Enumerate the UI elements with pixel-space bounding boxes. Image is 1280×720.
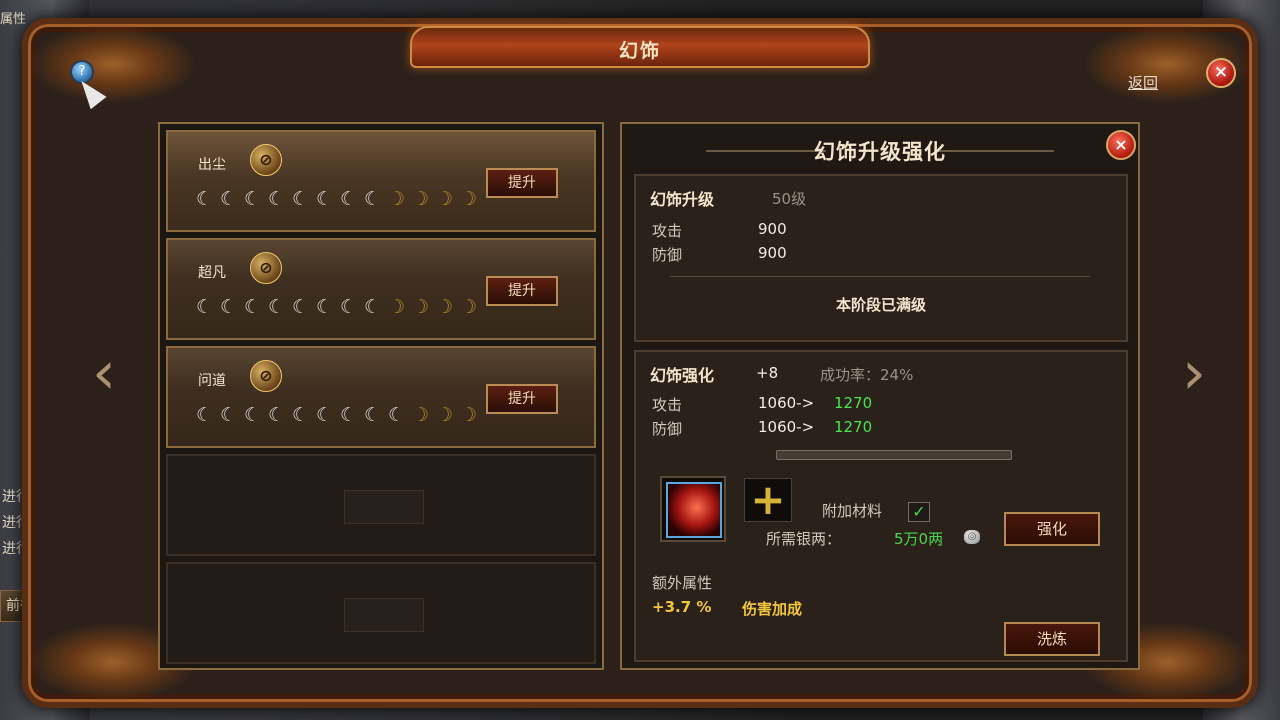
moon-icon: ☾ <box>267 188 286 210</box>
upgrade-button[interactable]: 提升 <box>486 168 558 198</box>
defense-label: 防御 <box>652 420 683 438</box>
defense-label: 防御 <box>652 246 683 264</box>
next-arrow-icon[interactable]: › <box>1170 340 1218 410</box>
attack-to: 1270 <box>834 394 873 412</box>
moon-icon: ☾ <box>291 296 310 318</box>
attack-label: 攻击 <box>652 396 683 414</box>
bonus-name: 伤害加成 <box>742 600 803 618</box>
upgrade-button[interactable]: 提升 <box>486 384 558 414</box>
moon-empty-icon: ☽ <box>435 188 454 210</box>
window-title: 幻饰 <box>618 40 661 62</box>
moon-empty-icon: ☽ <box>459 296 478 318</box>
moon-icon: ☾ <box>387 404 406 426</box>
close-icon[interactable]: × <box>1206 58 1236 88</box>
list-item[interactable]: 超凡 ⊘ ☾ ☾ ☾ ☾ ☾ ☾ ☾ ☾ ☽ ☽ ☽ ☽ 提升 <box>166 238 596 340</box>
moon-icon: ☾ <box>243 188 262 210</box>
moon-icon: ☾ <box>219 188 238 210</box>
moon-icon: ☾ <box>267 404 286 426</box>
max-level-text: 本阶段已满级 <box>835 296 926 314</box>
moon-empty-icon: ☽ <box>411 404 430 426</box>
defense-value: 900 <box>758 244 787 262</box>
moon-empty-icon: ☽ <box>411 188 430 210</box>
silver-amount: 5万0两 <box>894 530 944 548</box>
silver-label: 所需银两： <box>766 530 842 548</box>
empty-slot <box>166 562 596 664</box>
divider <box>670 276 1090 277</box>
moon-icon: ☾ <box>291 188 310 210</box>
defense-to: 1270 <box>834 418 873 436</box>
moon-empty-icon: ☽ <box>387 188 406 210</box>
star-row: ☾ ☾ ☾ ☾ ☾ ☾ ☾ ☾ ☾ ☽ ☽ ☽ <box>194 404 479 426</box>
moon-icon: ☾ <box>267 296 286 318</box>
star-row: ☾ ☾ ☾ ☾ ☾ ☾ ☾ ☾ ☽ ☽ ☽ ☽ <box>194 296 479 318</box>
attack-label: 攻击 <box>652 222 683 240</box>
list-item[interactable]: 出尘 ⊘ ☾ ☾ ☾ ☾ ☾ ☾ ☾ ☾ ☽ ☽ ☽ ☽ 提升 <box>166 130 596 232</box>
upgrade-detail-panel: 幻饰升级强化 × 幻饰升级 50级 攻击 900 防御 900 本阶段已满级 幻… <box>620 122 1140 670</box>
locked-placeholder <box>344 490 424 524</box>
refine-button[interactable]: 洗炼 <box>1004 622 1100 656</box>
ornament-name: 出尘 <box>198 157 226 173</box>
enhance-button[interactable]: 强化 <box>1004 512 1100 546</box>
moon-icon: ☾ <box>363 188 382 210</box>
star-row: ☾ ☾ ☾ ☾ ☾ ☾ ☾ ☾ ☽ ☽ ☽ ☽ <box>194 188 479 210</box>
moon-icon: ☾ <box>363 404 382 426</box>
moon-icon: ☾ <box>315 188 334 210</box>
upgrade-box: 幻饰升级 50级 攻击 900 防御 900 本阶段已满级 <box>634 174 1128 342</box>
ornament-badge-icon: ⊘ <box>250 144 282 176</box>
attribute-tab[interactable]: 属性 <box>0 8 26 27</box>
extra-attr-label: 额外属性 <box>652 574 713 592</box>
corner-ornament-tl <box>28 24 198 104</box>
ornament-badge-icon: ⊘ <box>250 360 282 392</box>
ornament-name: 问道 <box>198 373 226 389</box>
moon-empty-icon: ☽ <box>459 188 478 210</box>
moon-icon: ☾ <box>339 296 358 318</box>
silver-coin-icon: ◎ <box>964 530 980 544</box>
moon-icon: ☾ <box>243 404 262 426</box>
ornament-item-icon <box>666 482 722 538</box>
moon-empty-icon: ☽ <box>435 404 454 426</box>
upgrade-level: 50级 <box>772 190 807 208</box>
upgrade-button[interactable]: 提升 <box>486 276 558 306</box>
moon-empty-icon: ☽ <box>459 404 478 426</box>
extra-material-label: 附加材料 <box>822 502 883 520</box>
moon-empty-icon: ☽ <box>435 296 454 318</box>
enhance-heading: 幻饰强化 <box>650 366 715 385</box>
moon-icon: ☾ <box>339 188 358 210</box>
enhance-progress-bar <box>776 450 1012 460</box>
moon-icon: ☾ <box>243 296 262 318</box>
prev-arrow-icon[interactable]: ‹ <box>80 340 128 410</box>
moon-icon: ☾ <box>315 296 334 318</box>
moon-icon: ☾ <box>195 296 214 318</box>
moon-icon: ☾ <box>195 404 214 426</box>
ornament-badge-icon: ⊘ <box>250 252 282 284</box>
moon-icon: ☾ <box>291 404 310 426</box>
close-panel-icon[interactable]: × <box>1106 130 1136 160</box>
moon-empty-icon: ☽ <box>387 296 406 318</box>
success-rate: 成功率：24% <box>820 366 914 384</box>
enhance-box: 幻饰强化 +8 成功率：24% 攻击 1060-> 1270 防御 1060->… <box>634 350 1128 662</box>
moon-icon: ☾ <box>195 188 214 210</box>
back-link[interactable]: 返回 <box>1128 72 1158 93</box>
moon-icon: ☾ <box>315 404 334 426</box>
upgrade-heading: 幻饰升级 <box>650 190 715 209</box>
attack-value: 900 <box>758 220 787 238</box>
extra-material-checkbox[interactable]: ✓ <box>908 502 930 522</box>
moon-empty-icon: ☽ <box>411 296 430 318</box>
moon-icon: ☾ <box>219 296 238 318</box>
attack-from: 1060-> <box>758 394 815 412</box>
moon-icon: ☾ <box>363 296 382 318</box>
window-title-plate: 幻饰 <box>410 26 870 68</box>
locked-placeholder <box>344 598 424 632</box>
empty-slot <box>166 454 596 556</box>
list-item[interactable]: 问道 ⊘ ☾ ☾ ☾ ☾ ☾ ☾ ☾ ☾ ☾ ☽ ☽ ☽ 提升 <box>166 346 596 448</box>
item-slot[interactable] <box>660 476 726 542</box>
bonus-value: +3.7 % <box>652 598 712 616</box>
moon-icon: ☾ <box>339 404 358 426</box>
defense-from: 1060-> <box>758 418 815 436</box>
ornament-name: 超凡 <box>198 265 226 281</box>
enhance-plus: +8 <box>756 364 779 382</box>
detail-title: 幻饰升级强化 <box>814 140 946 164</box>
add-material-icon[interactable]: + <box>744 478 792 522</box>
moon-icon: ☾ <box>219 404 238 426</box>
